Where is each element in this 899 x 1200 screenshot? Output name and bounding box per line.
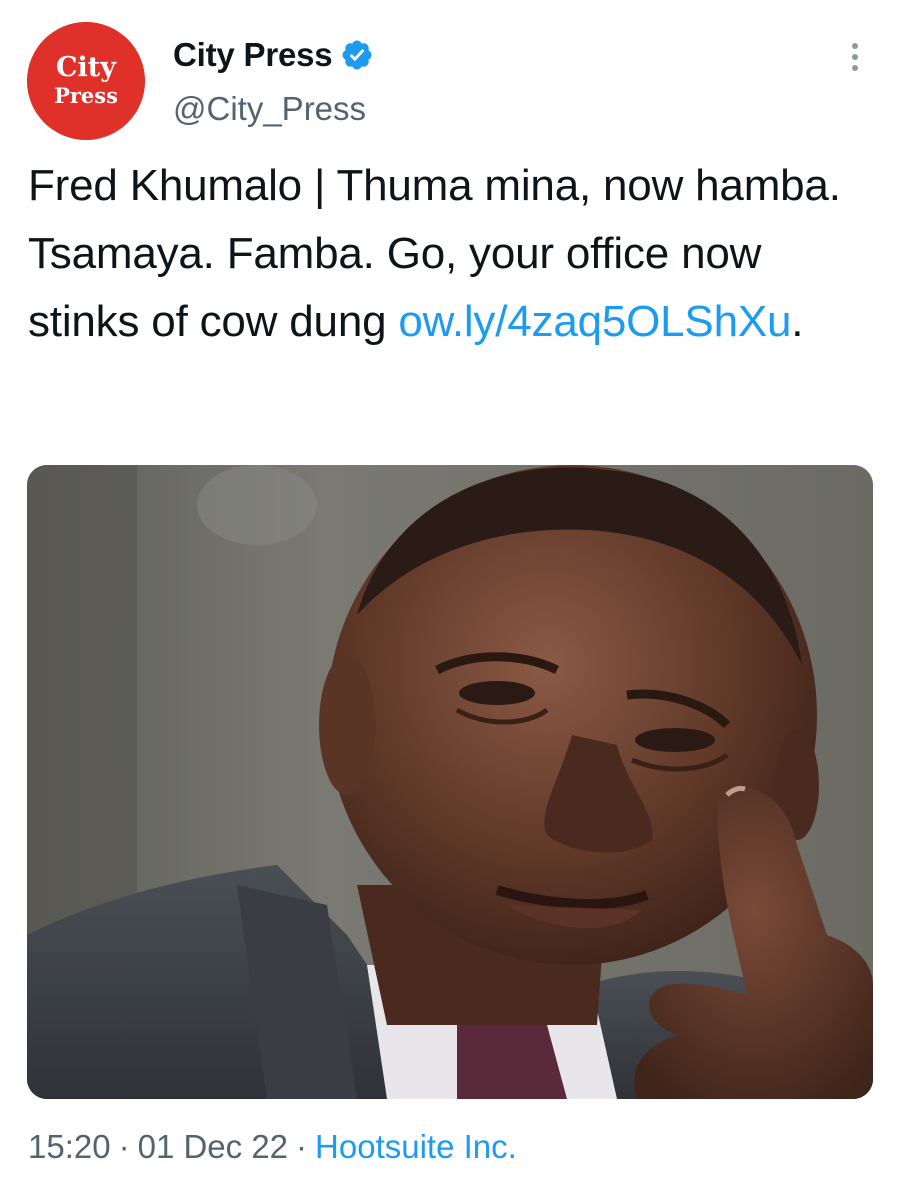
tweet-source[interactable]: Hootsuite Inc. <box>315 1128 517 1165</box>
tweet-trailing-period: . <box>791 297 804 346</box>
meta-separator: · <box>296 1128 308 1165</box>
display-name[interactable]: City Press <box>173 36 333 74</box>
tweet-card: City Press City Press @City_Press Fred K… <box>0 0 899 1200</box>
tweet-date[interactable]: 01 Dec 22 <box>138 1128 288 1165</box>
avatar[interactable]: City Press <box>27 22 145 140</box>
tweet-text: Fred Khumalo | Thuma mina, now hamba. Ts… <box>28 152 878 356</box>
verified-badge-icon <box>342 40 372 70</box>
city-press-logo: City Press <box>27 22 145 140</box>
tweet-link[interactable]: ow.ly/4zaq5OLShXu <box>398 297 791 346</box>
tweet-meta: 15:20 · 01 Dec 22 · Hootsuite Inc. <box>28 1128 517 1166</box>
svg-text:Press: Press <box>54 83 118 108</box>
more-options-icon[interactable] <box>844 40 866 74</box>
tweet-time[interactable]: 15:20 <box>28 1128 111 1165</box>
meta-separator: · <box>118 1128 130 1165</box>
account-handle[interactable]: @City_Press <box>173 90 366 128</box>
svg-text:City: City <box>56 52 117 83</box>
portrait-photo <box>27 465 873 1099</box>
tweet-photo[interactable] <box>27 465 873 1099</box>
author-name-row: City Press <box>173 34 374 76</box>
